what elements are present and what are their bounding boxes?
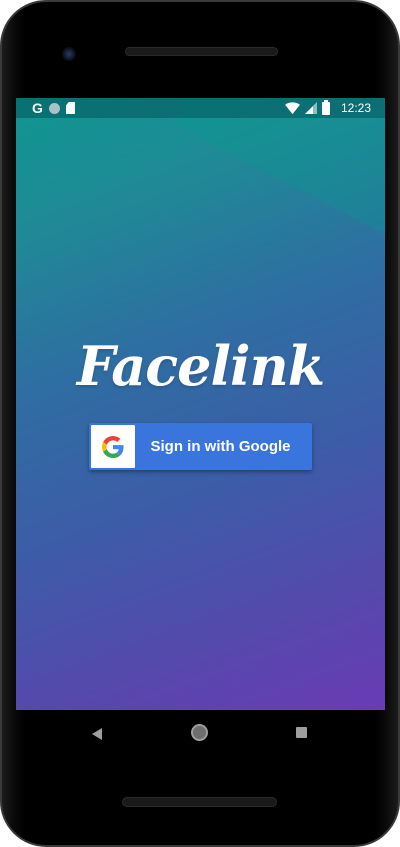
- home-icon[interactable]: [191, 724, 208, 741]
- battery-icon: [321, 99, 330, 115]
- top-speaker: [125, 47, 278, 56]
- navigation-bar: [2, 720, 400, 750]
- status-time: 12:23: [340, 101, 371, 115]
- bottom-speaker: [122, 797, 277, 807]
- recents-icon[interactable]: [296, 727, 307, 738]
- sign-in-button-label: Sign in with Google: [150, 438, 291, 455]
- google-logo-box: [91, 425, 135, 468]
- wifi-icon: [285, 101, 300, 114]
- google-g-icon: G: [32, 100, 43, 116]
- back-icon[interactable]: [92, 728, 102, 740]
- front-camera: [62, 47, 76, 61]
- phone-frame: G 12:23 Facelink Sign in with Google: [0, 0, 400, 847]
- app-screen: G 12:23 Facelink Sign in with Google: [16, 98, 385, 710]
- sd-card-icon: [65, 102, 75, 114]
- google-logo-icon: [102, 435, 124, 458]
- google-sign-in-button[interactable]: Sign in with Google: [89, 423, 312, 470]
- status-right-icons: 12:23: [285, 99, 371, 117]
- signal-icon: [304, 102, 317, 114]
- status-bar: G 12:23: [16, 98, 385, 118]
- status-left-icons: G: [32, 100, 75, 116]
- circle-icon: [48, 102, 60, 114]
- app-logo: Facelink: [76, 334, 325, 398]
